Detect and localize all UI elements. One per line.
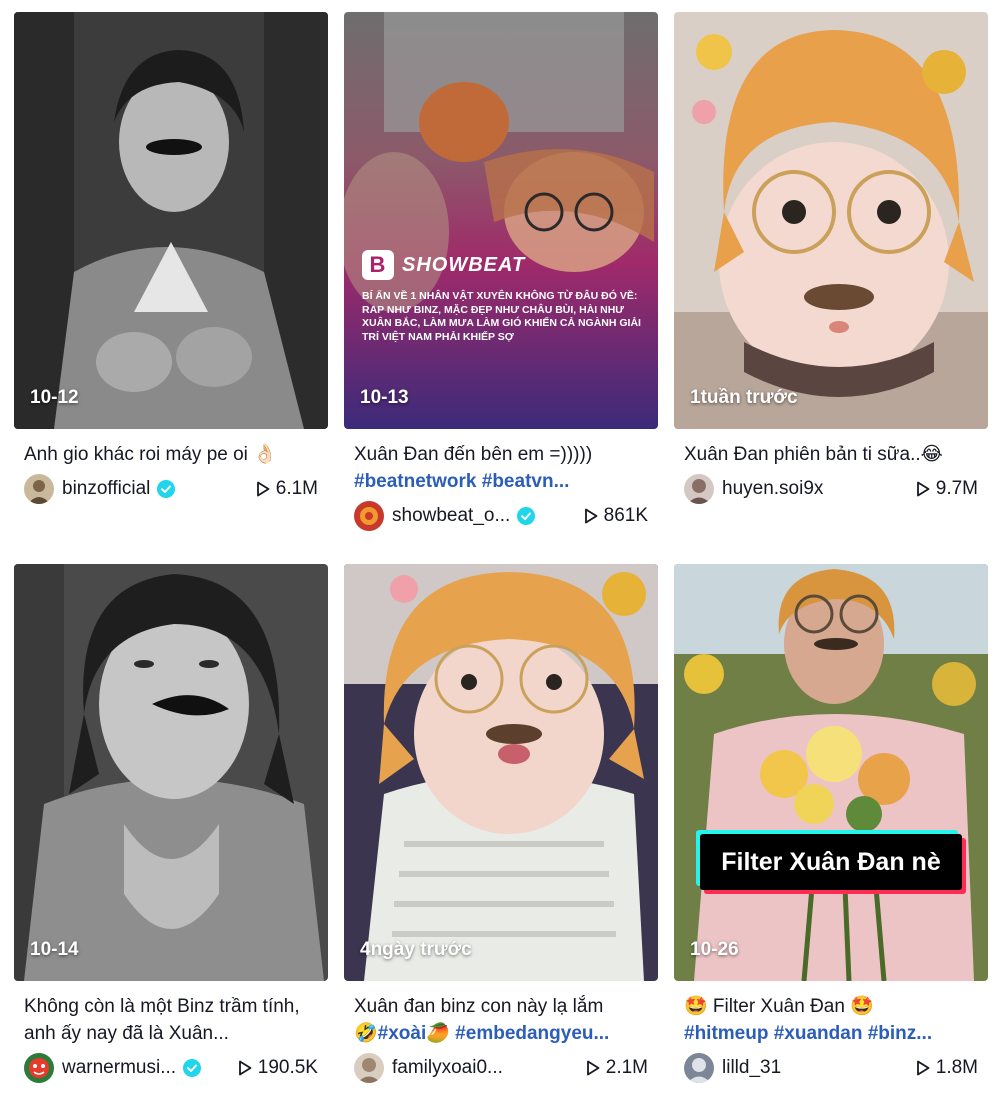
showbeat-overlay: B SHOWBEAT BÍ ẨN VỀ 1 NHÂN VẬT XUYÊN KHÔ…: [362, 250, 642, 344]
video-card: 4ngày trước Xuân đan binz con này lạ lắm…: [344, 564, 658, 1102]
showbeat-logo: B SHOWBEAT: [362, 250, 642, 280]
play-icon: [256, 481, 270, 497]
video-card: 10-14 Không còn là một Binz trầm tính, a…: [14, 564, 328, 1102]
video-caption[interactable]: Xuân đan binz con này lạ lắm 🤣#xoài🥭 #emb…: [344, 993, 658, 1047]
play-icon: [238, 1060, 252, 1076]
video-thumbnail-image: [344, 12, 658, 429]
showbeat-text: BÍ ẨN VỀ 1 NHÂN VẬT XUYÊN KHÔNG TỪ ĐÂU Đ…: [362, 290, 641, 343]
play-icon: [584, 508, 598, 524]
video-thumbnail[interactable]: Filter Xuân Đan nè 10-26: [674, 564, 988, 981]
video-thumbnail-image: [14, 564, 328, 981]
verified-badge-icon: [517, 507, 536, 525]
video-thumbnail-image: [14, 12, 328, 429]
username[interactable]: familyxoai0...: [392, 1057, 503, 1079]
video-thumbnail[interactable]: 10-14: [14, 564, 328, 981]
video-caption[interactable]: Anh gio khác roi máy pe oi 👌🏻: [14, 441, 328, 468]
play-count-value: 190.5K: [257, 1057, 318, 1078]
video-thumbnail[interactable]: 10-12: [14, 12, 328, 429]
video-thumbnail[interactable]: B SHOWBEAT BÍ ẨN VỀ 1 NHÂN VẬT XUYÊN KHÔ…: [344, 12, 658, 429]
play-count: 6.1M: [256, 478, 318, 500]
play-count-value: 2.1M: [605, 1057, 648, 1078]
username[interactable]: binzofficial: [62, 478, 150, 500]
verified-badge-icon: [183, 1059, 202, 1077]
verified-badge-icon: [157, 480, 176, 498]
video-grid: 10-12 Anh gio khác roi máy pe oi 👌🏻 binz…: [14, 12, 988, 1102]
video-card: 1tuần trước Xuân Đan phiên bản ti sữa..😂…: [674, 12, 988, 564]
caption-text: Anh gio khác roi máy pe oi 👌🏻: [24, 444, 277, 465]
play-icon: [916, 1060, 930, 1076]
video-date: 4ngày trước: [360, 939, 472, 960]
play-count: 2.1M: [586, 1057, 648, 1079]
avatar[interactable]: [354, 501, 384, 531]
play-count-value: 6.1M: [275, 478, 318, 499]
play-icon: [916, 481, 930, 497]
username[interactable]: lilld_31: [722, 1057, 781, 1079]
caption-text: Xuân Đan đến bên em =))))): [354, 444, 593, 465]
avatar[interactable]: [24, 1053, 54, 1083]
caption-text: 🤩 Filter Xuân Đan 🤩: [684, 996, 874, 1017]
video-date: 10-12: [30, 387, 79, 408]
video-thumbnail-image: [674, 12, 988, 429]
video-meta: familyxoai0... 2.1M: [344, 1053, 658, 1083]
video-caption[interactable]: Xuân Đan đến bên em =))))) #beatnetwork #…: [344, 441, 658, 495]
play-icon: [586, 1060, 600, 1076]
video-overlay-banner: Filter Xuân Đan nè: [700, 834, 962, 890]
video-meta: binzofficial 6.1M: [14, 474, 328, 504]
caption-hashtags[interactable]: 🤣#xoài🥭 #embedangyeu...: [354, 1023, 609, 1044]
showbeat-mark-icon: B: [362, 250, 394, 280]
username[interactable]: showbeat_o...: [392, 505, 510, 527]
username[interactable]: warnermusi...: [62, 1057, 176, 1079]
video-date: 10-13: [360, 387, 409, 408]
caption-hashtags[interactable]: #hitmeup #xuandan #binz...: [684, 1023, 932, 1044]
caption-text: Xuân đan binz con này lạ lắm: [354, 996, 604, 1017]
video-date: 10-26: [690, 939, 739, 960]
video-date: 1tuần trước: [690, 387, 798, 408]
username[interactable]: huyen.soi9x: [722, 478, 823, 500]
play-count-value: 861K: [603, 505, 648, 526]
video-card: B SHOWBEAT BÍ ẨN VỀ 1 NHÂN VẬT XUYÊN KHÔ…: [344, 12, 658, 564]
video-card: Filter Xuân Đan nè 10-26 🤩 Filter Xuân Đ…: [674, 564, 988, 1102]
video-thumbnail-image: [674, 564, 988, 981]
avatar[interactable]: [684, 1053, 714, 1083]
video-meta: showbeat_o... 861K: [344, 501, 658, 531]
video-caption[interactable]: 🤩 Filter Xuân Đan 🤩 #hitmeup #xuandan #bi…: [674, 993, 988, 1047]
avatar[interactable]: [684, 474, 714, 504]
video-meta: lilld_31 1.8M: [674, 1053, 988, 1083]
play-count: 190.5K: [238, 1057, 318, 1079]
play-count: 1.8M: [916, 1057, 978, 1079]
video-caption[interactable]: Không còn là một Binz trầm tính, anh ấy …: [14, 993, 328, 1047]
caption-text: Xuân Đan phiên bản ti sữa..😂: [684, 444, 943, 465]
video-thumbnail[interactable]: 4ngày trước: [344, 564, 658, 981]
play-count-value: 9.7M: [935, 478, 978, 499]
caption-text: Không còn là một Binz trầm tính, anh ấy …: [24, 996, 300, 1044]
video-meta: warnermusi... 190.5K: [14, 1053, 328, 1083]
video-thumbnail[interactable]: 1tuần trước: [674, 12, 988, 429]
play-count: 9.7M: [916, 478, 978, 500]
video-card: 10-12 Anh gio khác roi máy pe oi 👌🏻 binz…: [14, 12, 328, 564]
avatar[interactable]: [354, 1053, 384, 1083]
video-date: 10-14: [30, 939, 79, 960]
play-count: 861K: [584, 505, 648, 527]
showbeat-brand: SHOWBEAT: [402, 253, 526, 276]
play-count-value: 1.8M: [935, 1057, 978, 1078]
video-meta: huyen.soi9x 9.7M: [674, 474, 988, 504]
avatar[interactable]: [24, 474, 54, 504]
video-thumbnail-image: [344, 564, 658, 981]
video-caption[interactable]: Xuân Đan phiên bản ti sữa..😂: [674, 441, 988, 468]
caption-hashtags[interactable]: #beatnetwork #beatvn...: [354, 471, 569, 492]
